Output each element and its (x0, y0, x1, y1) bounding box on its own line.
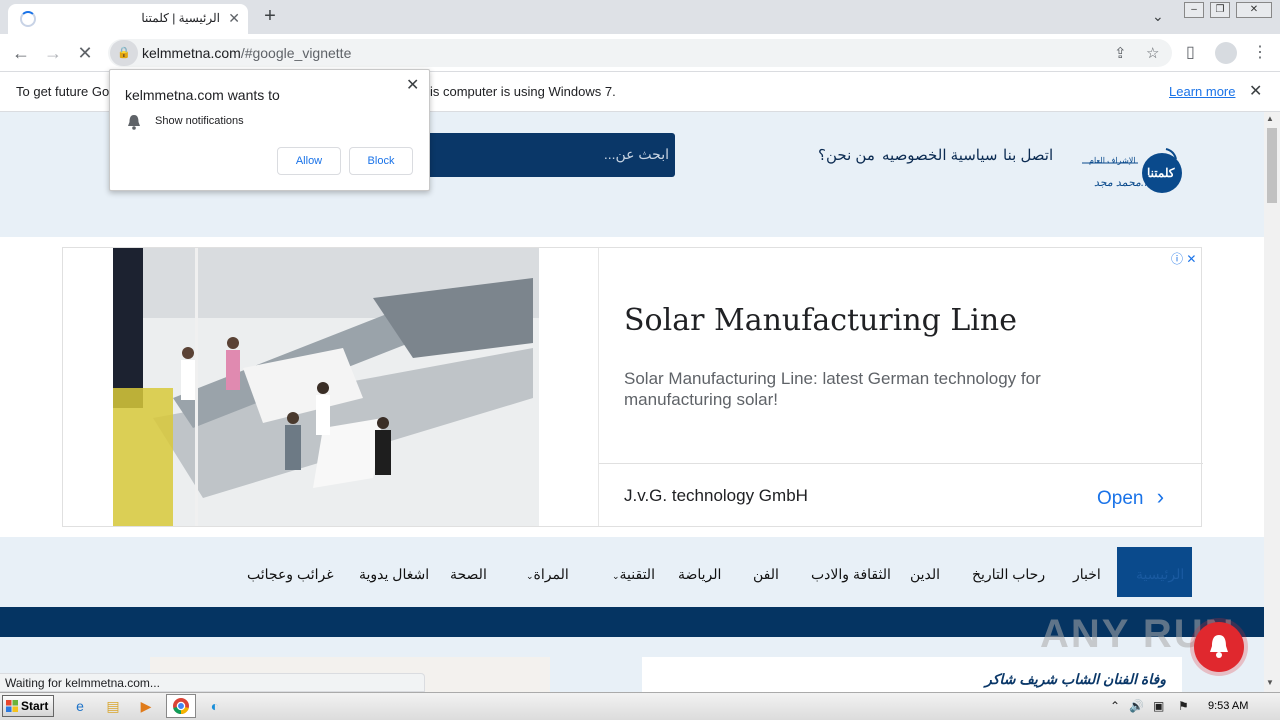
main-nav: الرئيسية اخبار رحاب التاريخ الدين الثقاف… (0, 537, 1264, 607)
nav-item-oddities[interactable]: غرائب وعجائب (247, 566, 334, 583)
url-host: kelmmetna.com (142, 45, 241, 61)
windows-logo-icon (6, 700, 18, 712)
tab-title: الرئيسية | كلمتنا (141, 11, 220, 25)
explorer-icon[interactable]: ▤ (101, 696, 125, 716)
article-headline[interactable]: وفاة الفنان الشاب شريف شاكر (985, 671, 1166, 688)
info-icon: ⓘ (1171, 252, 1184, 266)
taskbar-clock[interactable]: 9:53 AM (1208, 700, 1248, 712)
start-button[interactable]: Start (2, 695, 54, 717)
ad-choices-icon[interactable]: ⓘ ✕ (1171, 250, 1196, 267)
chevron-down-icon: ⌄ (526, 571, 534, 581)
volume-icon[interactable]: 🔊 (1129, 699, 1144, 713)
chevron-down-icon: ⌄ (612, 571, 620, 581)
star-icon[interactable]: ☆ (1146, 44, 1159, 62)
nav-item-home[interactable]: الرئيسية (1136, 566, 1184, 583)
prompt-title: kelmmetna.com wants to (125, 87, 280, 103)
lock-icon[interactable]: 🔒 (110, 40, 138, 66)
logo-signature: أ.محمد مجد (1094, 177, 1148, 189)
nav-item-handicrafts[interactable]: اشغال يدوية (359, 566, 429, 583)
ad-description: Solar Manufacturing Line: latest German … (624, 369, 1041, 409)
loading-spinner-icon (20, 11, 36, 27)
nav-technology-label: التقنية (619, 566, 655, 582)
edge-icon[interactable]: ◐ (203, 696, 227, 716)
tray-expand-icon[interactable]: ⌃ (1110, 699, 1120, 713)
factory-photo (113, 248, 539, 526)
action-center-flag-icon[interactable]: ⚑ (1178, 699, 1189, 713)
restore-icon[interactable]: ❐ (1210, 2, 1230, 18)
nav-item-health[interactable]: الصحة (450, 566, 487, 583)
new-tab-button[interactable]: + (258, 5, 282, 29)
forward-arrow-icon[interactable]: → (40, 40, 66, 66)
bell-icon (1210, 635, 1228, 658)
nav-item-culture[interactable]: الثقافة والادب (811, 566, 891, 583)
logo-tagline: الإشراف العام (1089, 156, 1136, 165)
side-panel-icon[interactable]: ▯ (1186, 42, 1195, 62)
notification-permission-prompt: kelmmetna.com wants to ✕ Show notificati… (109, 69, 430, 191)
status-bubble: Waiting for kelmmetna.com... (0, 673, 425, 692)
ad-divider (599, 463, 1203, 464)
notification-bell-button[interactable] (1194, 622, 1244, 672)
scrollbar-thumb[interactable] (1267, 128, 1277, 203)
ad-text-panel[interactable]: Solar Manufacturing Line Solar Manufactu… (598, 248, 1203, 526)
scroll-down-icon[interactable]: ▼ (1266, 678, 1274, 687)
scroll-up-icon[interactable]: ▲ (1266, 114, 1274, 123)
start-label: Start (21, 699, 49, 713)
nav-item-art[interactable]: الفن (753, 566, 779, 583)
media-player-icon[interactable]: ▶ (134, 696, 158, 716)
nav-item-history[interactable]: رحاب التاريخ (972, 566, 1045, 583)
ad-close-icon[interactable]: ✕ (1186, 252, 1196, 266)
close-icon[interactable]: ✕ (1236, 2, 1272, 18)
search-placeholder: ابحث عن... (603, 146, 669, 162)
site-search-input[interactable]: ابحث عن... (425, 133, 675, 177)
share-icon[interactable]: ⇪ (1114, 44, 1127, 62)
ad-open-button[interactable]: Open › (1097, 484, 1164, 510)
network-icon[interactable]: ▣ (1153, 699, 1164, 713)
nav-about-us[interactable]: من نحن؟ (818, 146, 875, 164)
prompt-close-icon[interactable]: ✕ (406, 75, 419, 95)
url-text[interactable]: kelmmetna.com/#google_vignette (142, 45, 351, 61)
nav-item-sports[interactable]: الرياضة (678, 566, 721, 583)
nav-item-women[interactable]: المراة⌄ (526, 566, 569, 583)
profile-icon[interactable] (1215, 42, 1237, 64)
chevron-right-icon: › (1156, 484, 1165, 509)
infobar-message-end: is computer is using Windows 7. (430, 84, 616, 99)
stop-loading-icon[interactable]: ✕ (72, 40, 98, 66)
chrome-icon (173, 698, 189, 715)
chrome-taskbar-button[interactable] (166, 694, 196, 718)
nav-women-label: المراة (533, 566, 569, 582)
learn-more-link[interactable]: Learn more (1169, 84, 1235, 99)
nav-item-technology[interactable]: التقنية⌄ (612, 566, 655, 583)
ie-icon[interactable]: e (68, 696, 92, 716)
allow-button[interactable]: Allow (277, 147, 341, 175)
infobar-message-start: To get future Go (16, 84, 110, 99)
back-arrow-icon[interactable]: ← (8, 40, 34, 66)
bell-icon (128, 115, 140, 130)
prompt-permission-label: Show notifications (155, 115, 244, 127)
url-path: /#google_vignette (240, 45, 352, 61)
minimize-icon[interactable]: – (1184, 2, 1204, 18)
google-ad[interactable]: Solar Manufacturing Line Solar Manufactu… (62, 247, 1203, 527)
web-page: كلمتنا الإشراف العام أ.محمد مجد اتصل بنا… (0, 112, 1264, 692)
tab-close-icon[interactable]: ✕ (228, 10, 240, 27)
ad-title[interactable]: Solar Manufacturing Line (624, 303, 1017, 338)
logo-name: كلمتنا (1147, 166, 1175, 180)
tab-search-icon[interactable]: ⌄ (1152, 8, 1164, 25)
browser-tab[interactable]: الرئيسية | كلمتنا ✕ (8, 4, 248, 34)
nav-privacy-policy[interactable]: سياسية الخصوصيه (882, 146, 997, 164)
ad-open-label: Open (1097, 488, 1144, 509)
menu-dots-icon[interactable]: ⋮ (1252, 42, 1268, 62)
nav-contact-us[interactable]: اتصل بنا (1003, 146, 1053, 164)
ad-image[interactable] (113, 248, 539, 526)
ad-company: J.v.G. technology GmbH (624, 486, 808, 505)
block-button[interactable]: Block (349, 147, 413, 175)
infobar-close-icon[interactable]: ✕ (1249, 81, 1262, 101)
nav-item-news[interactable]: اخبار (1073, 566, 1101, 583)
nav-item-religion[interactable]: الدين (910, 566, 940, 583)
